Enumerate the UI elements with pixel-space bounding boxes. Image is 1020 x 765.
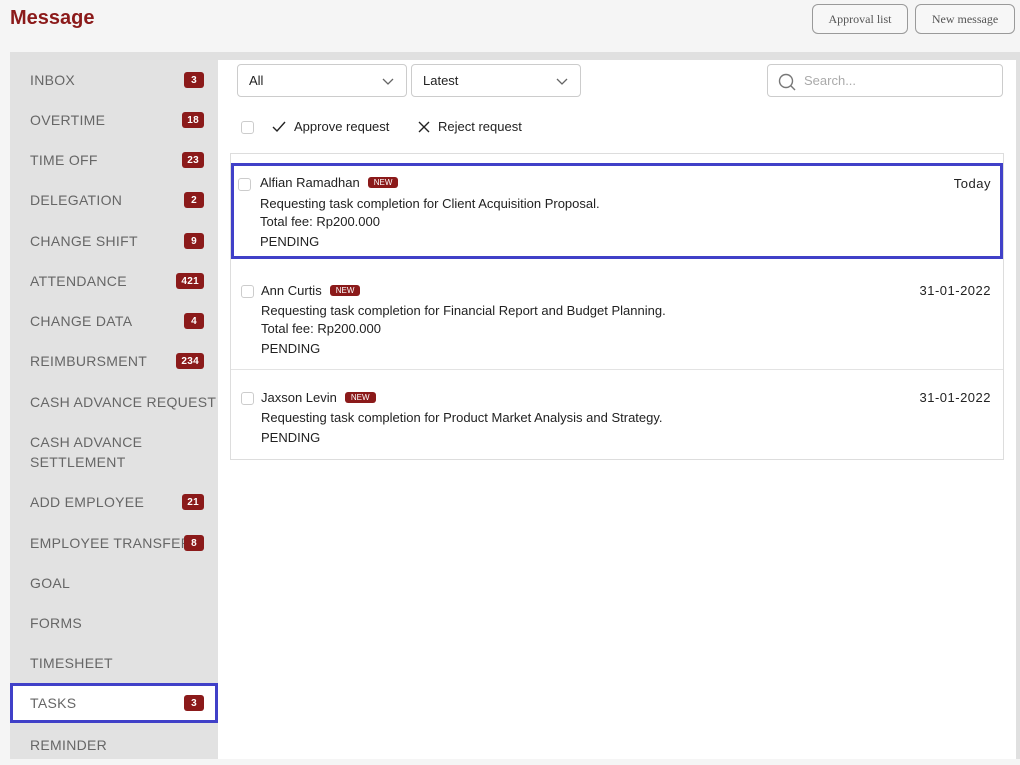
message-description: Requesting task completion for Financial…: [261, 303, 666, 318]
sidebar-item-label: EMPLOYEE TRANSFER: [30, 535, 192, 551]
search-placeholder: Search...: [804, 73, 857, 88]
sidebar-item-label: CHANGE SHIFT: [30, 233, 138, 249]
message-description: Requesting task completion for Client Ac…: [260, 196, 600, 211]
approve-label: Approve request: [294, 119, 390, 134]
sender-name: Ann Curtis: [261, 283, 322, 298]
message-item[interactable]: Ann Curtis NEW 31-01-2022 Requesting tas…: [231, 264, 1003, 370]
sidebar-item-cash-advance-request[interactable]: CASH ADVANCE REQUEST: [10, 382, 218, 422]
count-badge: 3: [184, 695, 204, 711]
message-checkbox[interactable]: [241, 392, 254, 405]
sidebar-item-label: OVERTIME: [30, 112, 106, 128]
message-item[interactable]: Alfian Ramadhan NEW Today Requesting tas…: [231, 163, 1003, 259]
message-status: PENDING: [261, 430, 321, 445]
message-date: 31-01-2022: [919, 283, 991, 298]
approve-request-button[interactable]: Approve request: [272, 119, 389, 134]
sidebar-item-add-employee[interactable]: ADD EMPLOYEE 21: [10, 482, 218, 522]
message-date: 31-01-2022: [919, 390, 991, 405]
reject-request-button[interactable]: Reject request: [418, 119, 522, 134]
sidebar-item-delegation[interactable]: DELEGATION 2: [10, 180, 218, 220]
new-badge: NEW: [329, 285, 361, 296]
message-checkbox[interactable]: [241, 285, 254, 298]
new-badge: NEW: [367, 177, 399, 188]
main-panel: All Latest Search... Approve request Rej…: [218, 60, 1016, 759]
count-badge: 3: [184, 72, 204, 88]
message-fee: Total fee: Rp200.000: [261, 321, 381, 336]
sidebar-item-label: CASH ADVANCE REQUEST: [30, 394, 217, 410]
type-filter-value: All: [249, 73, 264, 88]
chevron-down-icon: [556, 78, 568, 85]
message-item[interactable]: Jaxson Levin NEW 31-01-2022 Requesting t…: [231, 370, 1003, 460]
count-badge: 421: [176, 273, 204, 289]
sidebar-item-time-off[interactable]: TIME OFF 23: [10, 140, 218, 180]
sidebar-item-label: TASKS: [30, 695, 77, 711]
sender-name: Alfian Ramadhan: [260, 175, 360, 190]
count-badge: 4: [184, 313, 204, 329]
sidebar-item-tasks[interactable]: TASKS 3: [10, 683, 218, 723]
bulk-actions: Approve request Reject request: [218, 115, 1016, 140]
sidebar-item-label: ATTENDANCE: [30, 273, 127, 289]
sidebar-item-inbox[interactable]: INBOX 3: [10, 60, 218, 100]
sidebar-item-label: REIMBURSMENT: [30, 353, 148, 369]
count-badge: 18: [182, 112, 204, 128]
sidebar-item-overtime[interactable]: OVERTIME 18: [10, 100, 218, 140]
approval-list-button[interactable]: Approval list: [812, 4, 908, 34]
new-badge: NEW: [344, 392, 376, 403]
sidebar-item-cash-advance-settlement[interactable]: CASH ADVANCE SETTLEMENT: [10, 422, 218, 482]
message-sender-row: Ann Curtis NEW: [261, 283, 361, 298]
message-status: PENDING: [261, 341, 321, 356]
sort-dropdown[interactable]: Latest: [411, 64, 581, 97]
search-icon: [778, 73, 796, 91]
search-input[interactable]: Search...: [767, 64, 1003, 97]
message-fee: Total fee: Rp200.000: [260, 214, 380, 229]
count-badge: 21: [182, 494, 204, 510]
check-icon: [272, 121, 286, 132]
sidebar-item-attendance[interactable]: ATTENDANCE 421: [10, 261, 218, 301]
sidebar-item-label: CHANGE DATA: [30, 313, 133, 329]
count-badge: 234: [176, 353, 204, 369]
sidebar-item-label: FORMS: [30, 615, 83, 631]
sidebar-item-label: TIMESHEET: [30, 655, 113, 671]
reject-label: Reject request: [438, 119, 522, 134]
close-icon: [418, 121, 430, 132]
chevron-down-icon: [382, 78, 394, 85]
sidebar-item-label: INBOX: [30, 72, 76, 88]
sidebar-item-employee-transfer[interactable]: EMPLOYEE TRANSFER 8: [10, 523, 218, 563]
message-sender-row: Alfian Ramadhan NEW: [260, 175, 399, 190]
message-list: Alfian Ramadhan NEW Today Requesting tas…: [230, 153, 1004, 460]
sidebar-item-label: ADD EMPLOYEE: [30, 494, 145, 510]
sidebar-item-reimbursment[interactable]: REIMBURSMENT 234: [10, 341, 218, 381]
sender-name: Jaxson Levin: [261, 390, 337, 405]
sidebar-item-label: TIME OFF: [30, 152, 98, 168]
message-sender-row: Jaxson Levin NEW: [261, 390, 376, 405]
sidebar-item-forms[interactable]: FORMS: [10, 603, 218, 643]
sidebar-item-label: REMINDER: [30, 737, 108, 753]
sidebar-item-goal[interactable]: GOAL: [10, 563, 218, 603]
type-filter-dropdown[interactable]: All: [237, 64, 407, 97]
sidebar-item-change-shift[interactable]: CHANGE SHIFT 9: [10, 221, 218, 261]
new-message-button[interactable]: New message: [915, 4, 1015, 34]
sidebar-item-label: CASH ADVANCE SETTLEMENT: [30, 434, 143, 470]
count-badge: 2: [184, 192, 204, 208]
message-checkbox[interactable]: [238, 178, 251, 191]
sidebar: INBOX 3 OVERTIME 18 TIME OFF 23 DELEGATI…: [10, 60, 218, 759]
sort-value: Latest: [423, 73, 459, 88]
count-badge: 9: [184, 233, 204, 249]
message-status: PENDING: [260, 234, 320, 249]
sidebar-item-reminder[interactable]: REMINDER: [10, 725, 218, 765]
sidebar-item-timesheet[interactable]: TIMESHEET: [10, 643, 218, 683]
message-description: Requesting task completion for Product M…: [261, 410, 663, 425]
count-badge: 8: [184, 535, 204, 551]
page-title: Message: [10, 7, 95, 29]
message-date: Today: [953, 176, 991, 191]
count-badge: 23: [182, 152, 204, 168]
top-bar: Message Approval list New message: [0, 0, 1020, 52]
sidebar-item-label: GOAL: [30, 575, 71, 591]
sidebar-item-label: DELEGATION: [30, 192, 123, 208]
sidebar-item-change-data[interactable]: CHANGE DATA 4: [10, 301, 218, 341]
select-all-checkbox[interactable]: [241, 121, 254, 134]
